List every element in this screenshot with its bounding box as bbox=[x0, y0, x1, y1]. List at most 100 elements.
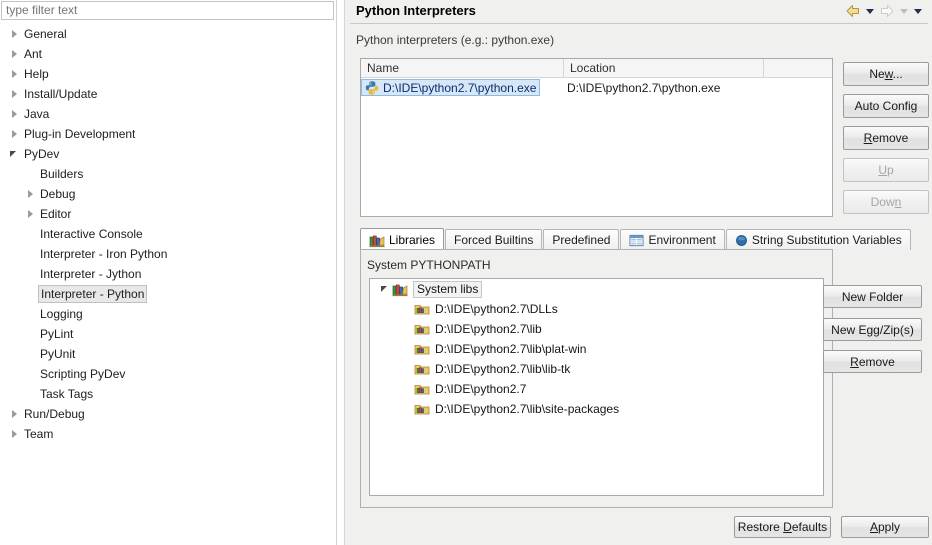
library-entry[interactable]: D:\IDE\python2.7\lib\plat-win bbox=[370, 339, 823, 359]
restore-defaults-button[interactable]: Restore Defaults bbox=[734, 516, 831, 538]
library-entry[interactable]: D:\IDE\python2.7\DLLs bbox=[370, 299, 823, 319]
folder-lib-icon bbox=[414, 341, 430, 357]
sidebar-item-label: Scripting PyDev bbox=[38, 364, 127, 384]
sidebar-item-pylint[interactable]: PyLint bbox=[0, 324, 336, 344]
remove-interpreter-button-label: Remove bbox=[864, 132, 909, 144]
interpreters-table-body: D:\IDE\python2.7\python.exe D:\IDE\pytho… bbox=[361, 78, 832, 97]
tab-libraries[interactable]: Libraries bbox=[360, 228, 444, 250]
panel-sash[interactable] bbox=[344, 0, 345, 545]
column-header-extra[interactable] bbox=[764, 59, 832, 77]
remove-library-button[interactable]: Remove bbox=[823, 350, 922, 373]
cell-interpreter-location[interactable]: D:\IDE\python2.7\python.exe bbox=[564, 81, 787, 95]
sidebar-item-install-update[interactable]: Install/Update bbox=[0, 84, 336, 104]
sidebar-item-debug[interactable]: Debug bbox=[0, 184, 336, 204]
library-entry-label: D:\IDE\python2.7\lib\lib-tk bbox=[435, 362, 570, 376]
expand-triangle-icon[interactable] bbox=[8, 424, 22, 444]
folder-lib-icon bbox=[414, 361, 430, 377]
tab-strip: Libraries Forced BuiltinsPredefinedEnviro… bbox=[360, 228, 912, 250]
apply-button[interactable]: Apply bbox=[841, 516, 929, 538]
sidebar-item-editor[interactable]: Editor bbox=[0, 204, 336, 224]
library-entry[interactable]: D:\IDE\python2.7\lib\site-packages bbox=[370, 399, 823, 419]
sidebar-item-logging[interactable]: Logging bbox=[0, 304, 336, 324]
tab-environment[interactable]: Environment bbox=[620, 229, 724, 250]
sidebar-item-builders[interactable]: Builders bbox=[0, 164, 336, 184]
expand-triangle-icon[interactable] bbox=[8, 104, 22, 124]
sidebar-item-help[interactable]: Help bbox=[0, 64, 336, 84]
sidebar-item-java[interactable]: Java bbox=[0, 104, 336, 124]
expand-triangle-icon[interactable] bbox=[8, 64, 22, 84]
auto-config-button[interactable]: Auto Config bbox=[843, 94, 929, 118]
expand-triangle-icon[interactable] bbox=[24, 184, 38, 204]
move-down-button[interactable]: Down bbox=[843, 190, 929, 214]
sidebar-item-label: Plug-in Development bbox=[22, 124, 137, 144]
interpreters-table[interactable]: Name Location bbox=[360, 58, 833, 217]
filter-input[interactable] bbox=[1, 1, 334, 20]
new-interpreter-button[interactable]: New... bbox=[843, 62, 929, 86]
sidebar-item-interpreter-iron-python[interactable]: Interpreter - Iron Python bbox=[0, 244, 336, 264]
collapse-triangle-icon[interactable] bbox=[8, 144, 22, 164]
sidebar-item-plug-in-development[interactable]: Plug-in Development bbox=[0, 124, 336, 144]
interpreters-table-header: Name Location bbox=[361, 59, 832, 78]
library-entry-label: D:\IDE\python2.7\lib\plat-win bbox=[435, 342, 586, 356]
tab-string-substitution-variables[interactable]: String Substitution Variables bbox=[726, 229, 911, 250]
library-books-icon bbox=[369, 232, 385, 248]
sidebar-item-label: PyLint bbox=[38, 324, 75, 344]
sidebar-item-general[interactable]: General bbox=[0, 24, 336, 44]
sidebar-item-interactive-console[interactable]: Interactive Console bbox=[0, 224, 336, 244]
interpreter-name-text: D:\IDE\python2.7\python.exe bbox=[383, 81, 536, 95]
tree-indent-spacer bbox=[24, 264, 38, 284]
tab-forced-builtins[interactable]: Forced Builtins bbox=[445, 229, 542, 250]
move-up-button[interactable]: Up bbox=[843, 158, 929, 182]
back-arrow-icon[interactable] bbox=[844, 2, 862, 20]
column-header-name[interactable]: Name bbox=[361, 59, 564, 77]
sidebar-item-pydev[interactable]: PyDev bbox=[0, 144, 336, 164]
expand-triangle-icon[interactable] bbox=[8, 404, 22, 424]
cell-interpreter-name[interactable]: D:\IDE\python2.7\python.exe bbox=[361, 78, 564, 97]
tree-indent-spacer bbox=[24, 344, 38, 364]
sidebar-item-team[interactable]: Team bbox=[0, 424, 336, 444]
forward-history-chevron-down-icon bbox=[898, 2, 910, 20]
tab-label: Libraries bbox=[389, 233, 435, 247]
tab-predefined[interactable]: Predefined bbox=[543, 229, 619, 250]
sidebar-item-run-debug[interactable]: Run/Debug bbox=[0, 404, 336, 424]
page-nav-toolbar bbox=[844, 2, 924, 20]
sidebar-item-pyunit[interactable]: PyUnit bbox=[0, 344, 336, 364]
view-menu-chevron-down-icon[interactable] bbox=[912, 2, 924, 20]
library-entry[interactable]: D:\IDE\python2.7\lib\lib-tk bbox=[370, 359, 823, 379]
sidebar-item-label: Run/Debug bbox=[22, 404, 87, 424]
expand-triangle-icon[interactable] bbox=[8, 24, 22, 44]
remove-interpreter-button[interactable]: Remove bbox=[843, 126, 929, 150]
tree-indent-spacer bbox=[24, 384, 38, 404]
library-entry[interactable]: D:\IDE\python2.7\lib bbox=[370, 319, 823, 339]
sidebar-item-interpreter-jython[interactable]: Interpreter - Jython bbox=[0, 264, 336, 284]
tree-indent-spacer bbox=[24, 244, 38, 264]
preferences-tree[interactable]: GeneralAntHelpInstall/UpdateJavaPlug-in … bbox=[0, 24, 336, 534]
back-history-chevron-down-icon[interactable] bbox=[864, 2, 876, 20]
new-interpreter-button-label: New... bbox=[869, 68, 902, 80]
tree-indent-spacer bbox=[24, 364, 38, 384]
system-libs-root[interactable]: System libs bbox=[370, 279, 823, 299]
library-entry[interactable]: D:\IDE\python2.7 bbox=[370, 379, 823, 399]
new-egg-zip-button[interactable]: New Egg/Zip(s) bbox=[823, 318, 922, 341]
tree-indent-spacer bbox=[24, 224, 38, 244]
table-row[interactable]: D:\IDE\python2.7\python.exe D:\IDE\pytho… bbox=[361, 78, 832, 97]
sidebar-item-ant[interactable]: Ant bbox=[0, 44, 336, 64]
library-entry-label: D:\IDE\python2.7\lib\site-packages bbox=[435, 402, 619, 416]
forward-arrow-icon bbox=[878, 2, 896, 20]
collapse-triangle-icon[interactable] bbox=[376, 279, 392, 299]
sidebar-item-interpreter-python[interactable]: Interpreter - Python bbox=[0, 284, 336, 304]
sidebar-item-scripting-pydev[interactable]: Scripting PyDev bbox=[0, 364, 336, 384]
library-entry-label: D:\IDE\python2.7 bbox=[435, 382, 526, 396]
sidebar-item-label: Interpreter - Python bbox=[38, 285, 147, 303]
new-folder-button[interactable]: New Folder bbox=[823, 285, 922, 308]
sidebar-item-label: Interactive Console bbox=[38, 224, 145, 244]
expand-triangle-icon[interactable] bbox=[8, 44, 22, 64]
new-egg-zip-button-label: New Egg/Zip(s) bbox=[831, 324, 914, 336]
expand-triangle-icon[interactable] bbox=[8, 124, 22, 144]
sidebar-item-label: Editor bbox=[38, 204, 73, 224]
sidebar-item-task-tags[interactable]: Task Tags bbox=[0, 384, 336, 404]
expand-triangle-icon[interactable] bbox=[8, 84, 22, 104]
column-header-location[interactable]: Location bbox=[564, 59, 764, 77]
expand-triangle-icon[interactable] bbox=[24, 204, 38, 224]
system-libs-tree[interactable]: System libsD:\IDE\python2.7\DLLsD:\IDE\p… bbox=[369, 278, 824, 496]
